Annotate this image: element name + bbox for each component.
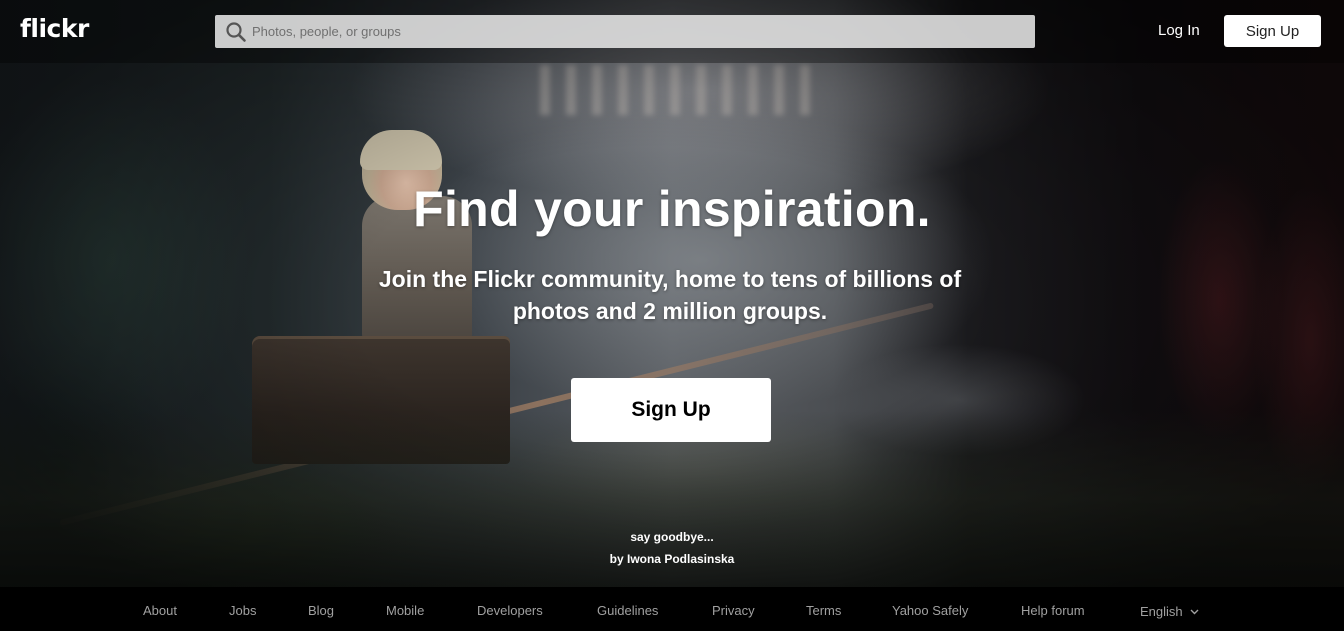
footer-link-privacy[interactable]: Privacy: [712, 603, 755, 618]
photo-credit-author: by Iwona Podlasinska: [0, 552, 1344, 566]
footer-link-yahoo-safely[interactable]: Yahoo Safely: [892, 603, 968, 618]
login-link[interactable]: Log In: [1158, 22, 1200, 39]
hero-subheadline: Join the Flickr community, home to tens …: [378, 266, 962, 324]
photo-credit-title: say goodbye...: [0, 530, 1344, 544]
top-navigation-bar: flickr Log In Sign Up: [0, 0, 1344, 63]
language-selector[interactable]: English: [1140, 603, 1199, 619]
footer: About Jobs Blog Mobile Developers Guidel…: [0, 587, 1344, 631]
search-input[interactable]: [252, 24, 1035, 39]
flickr-logo[interactable]: flickr: [20, 14, 89, 43]
footer-link-mobile[interactable]: Mobile: [386, 603, 424, 618]
photo-title-link[interactable]: say goodbye...: [630, 530, 713, 544]
footer-link-jobs[interactable]: Jobs: [229, 603, 256, 618]
search-bar[interactable]: [215, 15, 1035, 48]
hero-signup-button[interactable]: Sign Up: [571, 378, 771, 442]
header-signup-button[interactable]: Sign Up: [1224, 15, 1321, 47]
language-label: English: [1140, 604, 1183, 619]
hero-headline: Find your inspiration.: [413, 181, 931, 237]
chevron-down-icon: [1190, 603, 1199, 618]
footer-link-blog[interactable]: Blog: [308, 603, 334, 618]
footer-link-help-forum[interactable]: Help forum: [1021, 603, 1085, 618]
footer-link-guidelines[interactable]: Guidelines: [597, 603, 658, 618]
footer-link-developers[interactable]: Developers: [477, 603, 543, 618]
photo-author-link[interactable]: by Iwona Podlasinska: [610, 552, 735, 566]
footer-link-terms[interactable]: Terms: [806, 603, 841, 618]
footer-link-about[interactable]: About: [143, 603, 177, 618]
search-icon[interactable]: [225, 21, 247, 43]
